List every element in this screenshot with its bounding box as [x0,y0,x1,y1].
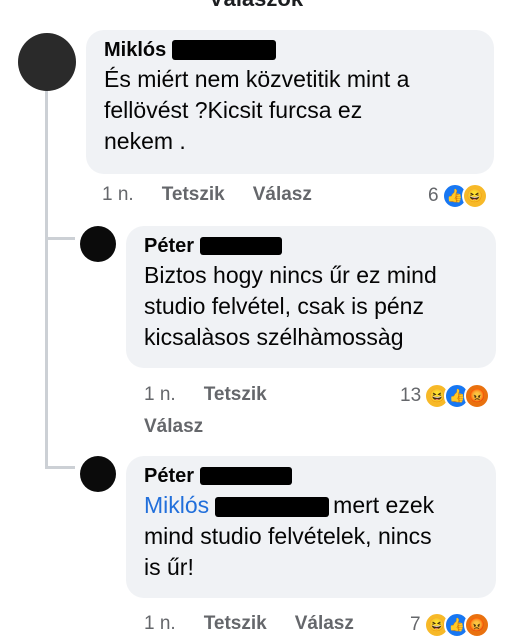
comment-text: És miért nem közvetitik mint a fellövést… [104,64,478,157]
comment-author[interactable]: Péter [144,464,480,488]
comment-line: mind studio felvételek, nincs [144,523,432,549]
author-name[interactable]: Miklós [104,38,166,62]
reaction-summary[interactable]: 13 😆 👍 😡 [400,383,491,409]
thread-line-2 [45,240,48,468]
reaction-count: 7 [410,614,421,635]
reaction-summary[interactable]: 6 👍 😆 [428,183,488,209]
mention-link[interactable]: Miklós [144,492,209,518]
reply-button[interactable]: Válasz [295,613,354,635]
reply-button[interactable]: Válasz [144,416,203,438]
comment-text: Biztos hogy nincs űr ez mind studio felv… [144,260,480,353]
author-name[interactable]: Péter [144,234,194,258]
reply-button[interactable]: Válasz [253,184,312,206]
comment-text-rest: mert ezek [333,492,435,518]
thread-line-branch-2 [45,466,75,469]
comment-bubble: Miklós És miért nem közvetitik mint a fe… [86,30,494,174]
like-button[interactable]: Tetszik [204,384,267,406]
author-name[interactable]: Péter [144,464,194,488]
comment-line-with-mention: Miklós mert ezek [144,490,480,521]
avatar[interactable] [80,226,116,262]
avatar[interactable] [18,33,76,91]
avatar[interactable] [80,456,116,492]
comment-author[interactable]: Miklós [104,38,478,62]
comment-line: És miért nem közvetitik mint a [104,66,410,92]
comment-author[interactable]: Péter [144,234,480,258]
comment-time[interactable]: 1 n. [144,384,176,406]
comment-time[interactable]: 1 n. [144,613,176,635]
thread-line-branch [45,237,75,240]
like-button[interactable]: Tetszik [162,184,225,206]
haha-icon: 😆 [461,183,488,209]
comment-line: Biztos hogy nincs űr ez mind [144,262,437,288]
comment-time[interactable]: 1 n. [102,184,134,206]
comment-actions: 1 n. Tetszik Válasz [144,613,354,635]
comment-actions-row-2: Válasz [144,416,203,438]
comment-actions: 1 n. Tetszik Válasz [102,184,312,206]
reaction-count: 13 [400,385,422,406]
redacted-mention-surname [215,496,330,517]
comment-line: kicsalàsos szélhàmossàg [144,324,404,350]
reaction-count: 6 [428,185,439,206]
comment-line: is űr! [144,554,194,580]
redacted-surname [172,40,277,60]
comment-line: studio felvétel, csak is pénz [144,293,424,319]
comment-bubble: Péter Miklós mert ezek mind studio felvét… [126,456,496,598]
reaction-summary[interactable]: 7 😆 👍 😡 [410,612,490,638]
comment-line: nekem . [104,128,186,154]
replies-header-title: Válaszok [0,0,512,12]
comment-actions: 1 n. Tetszik [144,384,267,406]
comment-bubble: Péter Biztos hogy nincs űr ez mind studi… [126,226,496,368]
comment-line: fellövést ?Kicsit furcsa ez [104,97,363,123]
like-button[interactable]: Tetszik [204,613,267,635]
redacted-surname [200,237,283,255]
redacted-surname [200,467,293,485]
thread-line [45,90,48,250]
angry-icon: 😡 [463,612,490,638]
angry-icon: 😡 [464,383,491,409]
comment-text: Miklós mert ezek mind studio felvételek, … [144,490,480,583]
